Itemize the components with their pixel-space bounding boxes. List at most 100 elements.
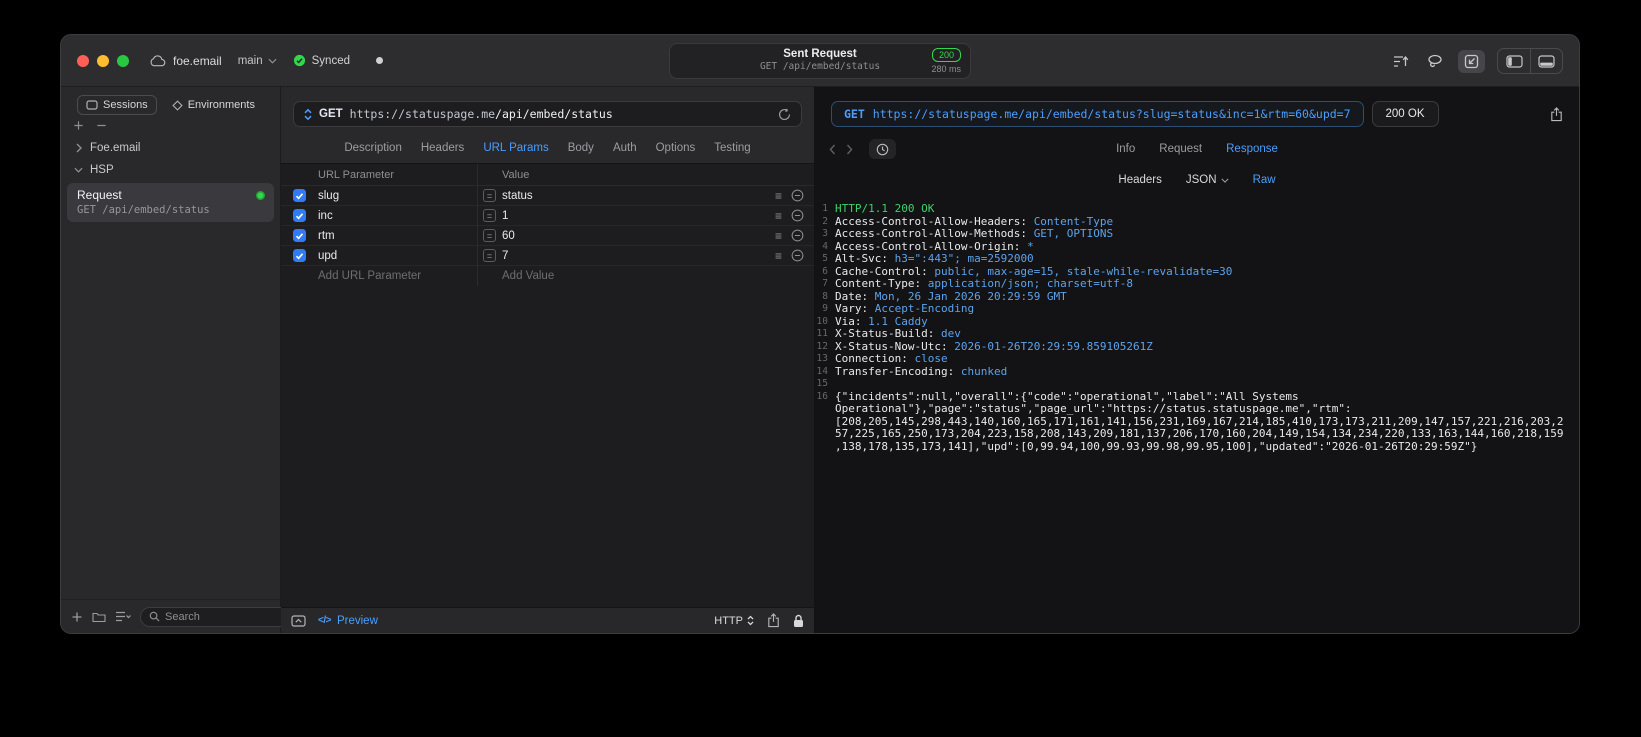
- history-clock-icon[interactable]: [869, 139, 896, 159]
- sync-status[interactable]: Synced: [293, 54, 350, 67]
- tab-request[interactable]: Request: [1159, 143, 1202, 155]
- unsaved-indicator-dot: [376, 57, 383, 64]
- tab-description[interactable]: Description: [344, 142, 402, 154]
- remove-param-icon[interactable]: [791, 189, 804, 202]
- sent-request-summary[interactable]: Sent Request GET /api/embed/status 200 2…: [669, 43, 971, 79]
- tab-headers[interactable]: Headers: [421, 142, 464, 154]
- request-item-subtitle: GET /api/embed/status: [77, 204, 210, 216]
- remove-session-icon[interactable]: [96, 120, 107, 131]
- request-url-bar[interactable]: GET https://statuspage.me/api/embed/stat…: [293, 101, 802, 127]
- tab-response[interactable]: Response: [1226, 143, 1278, 155]
- history-forward-icon[interactable]: [846, 144, 853, 155]
- tab-url-params[interactable]: URL Params: [483, 142, 548, 154]
- tab-body[interactable]: Body: [568, 142, 594, 154]
- line-number: 13: [816, 353, 828, 364]
- param-value[interactable]: 7: [502, 250, 508, 262]
- view-options-icon[interactable]: [115, 611, 131, 622]
- sidebar-tabs: Sessions Environments: [61, 87, 280, 117]
- tab-info[interactable]: Info: [1116, 143, 1135, 155]
- line-number: 3: [822, 228, 828, 239]
- chevron-down-icon: [74, 167, 83, 173]
- status-code-badge: 200: [931, 48, 961, 62]
- param-name[interactable]: slug: [318, 190, 477, 202]
- lock-icon[interactable]: [793, 614, 804, 628]
- tab-environments[interactable]: Environments: [163, 95, 264, 115]
- bottom-panel-toggle-icon[interactable]: [1530, 49, 1562, 73]
- tree-item-label: Foe.email: [90, 142, 141, 154]
- environments-icon: [172, 99, 183, 111]
- param-value[interactable]: 1: [502, 210, 508, 222]
- remove-param-icon[interactable]: [791, 209, 804, 222]
- param-enabled-checkbox[interactable]: [293, 229, 306, 242]
- sent-request-url[interactable]: GET https://statuspage.me/api/embed/stat…: [831, 101, 1364, 127]
- equals-icon: =: [483, 249, 496, 262]
- request-list-item[interactable]: Request GET /api/embed/status: [67, 183, 274, 222]
- add-param-name[interactable]: Add URL Parameter: [318, 270, 477, 282]
- check-icon: [295, 192, 304, 199]
- tab-sessions[interactable]: Sessions: [77, 95, 157, 115]
- tree-item-foe-email[interactable]: Foe.email: [67, 137, 274, 159]
- sidebar: Sessions Environments Foe.email HSP Requ…: [61, 87, 316, 633]
- history-back-icon[interactable]: [829, 144, 836, 155]
- param-row: upd = 7 ≡: [281, 246, 814, 266]
- import-icon[interactable]: [1458, 49, 1485, 73]
- url-path: /api/embed/status: [495, 107, 613, 121]
- panel-toggle-group: [1497, 48, 1563, 74]
- zoom-window-button[interactable]: [117, 54, 129, 67]
- branch-selector[interactable]: main: [238, 55, 277, 67]
- minimize-window-button[interactable]: [97, 54, 109, 67]
- response-line: 16 {"incidents":null,"overall":{"code":"…: [816, 389, 1564, 453]
- response-body[interactable]: 1 HTTP/1.1 200 OK 2 Access-Control-Allow…: [815, 195, 1579, 633]
- protocol-selector[interactable]: HTTP: [714, 615, 754, 627]
- subtab-headers[interactable]: Headers: [1118, 174, 1161, 186]
- drag-handle-icon[interactable]: ≡: [775, 210, 782, 222]
- param-enabled-checkbox[interactable]: [293, 249, 306, 262]
- drag-handle-icon[interactable]: ≡: [775, 230, 782, 242]
- expand-panel-icon[interactable]: [291, 614, 306, 627]
- param-enabled-checkbox[interactable]: [293, 189, 306, 202]
- subtab-raw[interactable]: Raw: [1253, 174, 1276, 186]
- add-param-row[interactable]: Add URL Parameter Add Value: [281, 266, 814, 286]
- param-value[interactable]: 60: [502, 230, 515, 242]
- new-folder-icon[interactable]: [92, 611, 106, 623]
- tab-testing[interactable]: Testing: [714, 142, 750, 154]
- request-url[interactable]: https://statuspage.me/api/embed/status: [350, 107, 613, 121]
- tab-options[interactable]: Options: [656, 142, 696, 154]
- line-number: 9: [822, 303, 828, 314]
- method-selector-icon[interactable]: [304, 108, 312, 121]
- equals-icon: =: [483, 209, 496, 222]
- preview-label: Preview: [336, 614, 378, 627]
- line-number: 11: [816, 328, 828, 339]
- sort-icon[interactable]: [1390, 52, 1412, 71]
- param-enabled-checkbox[interactable]: [293, 209, 306, 222]
- sent-request-title: Sent Request: [783, 48, 857, 60]
- drag-handle-icon[interactable]: ≡: [775, 190, 782, 202]
- lasso-icon[interactable]: [1424, 51, 1446, 71]
- param-name[interactable]: inc: [318, 210, 477, 222]
- share-icon[interactable]: [1550, 106, 1563, 122]
- line-number: 12: [816, 340, 828, 352]
- add-request-icon[interactable]: [71, 611, 83, 623]
- line-number: 10: [816, 315, 828, 327]
- response-status-badge: 200 OK: [1371, 101, 1439, 127]
- param-value[interactable]: status: [502, 190, 533, 202]
- subtab-json[interactable]: JSON: [1186, 174, 1229, 186]
- close-window-button[interactable]: [77, 54, 89, 67]
- add-session-icon[interactable]: [73, 120, 84, 131]
- preview-button[interactable]: </> Preview: [318, 615, 378, 627]
- titlebar: foe.email main Synced Sent Request GET /…: [61, 35, 1579, 87]
- resend-request-icon[interactable]: [778, 108, 791, 121]
- param-name[interactable]: upd: [318, 250, 477, 262]
- line-number: 14: [816, 365, 828, 377]
- remove-param-icon[interactable]: [791, 249, 804, 262]
- tab-auth[interactable]: Auth: [613, 142, 637, 154]
- param-row: rtm = 60 ≡: [281, 226, 814, 246]
- remove-param-icon[interactable]: [791, 229, 804, 242]
- sidebar-toggle-icon[interactable]: [1498, 49, 1530, 73]
- project-switcher[interactable]: foe.email: [149, 54, 222, 68]
- param-name[interactable]: rtm: [318, 230, 477, 242]
- share-icon[interactable]: [767, 613, 780, 628]
- add-param-value[interactable]: Add Value: [502, 270, 554, 282]
- tree-item-hsp[interactable]: HSP: [67, 159, 274, 181]
- drag-handle-icon[interactable]: ≡: [775, 250, 782, 262]
